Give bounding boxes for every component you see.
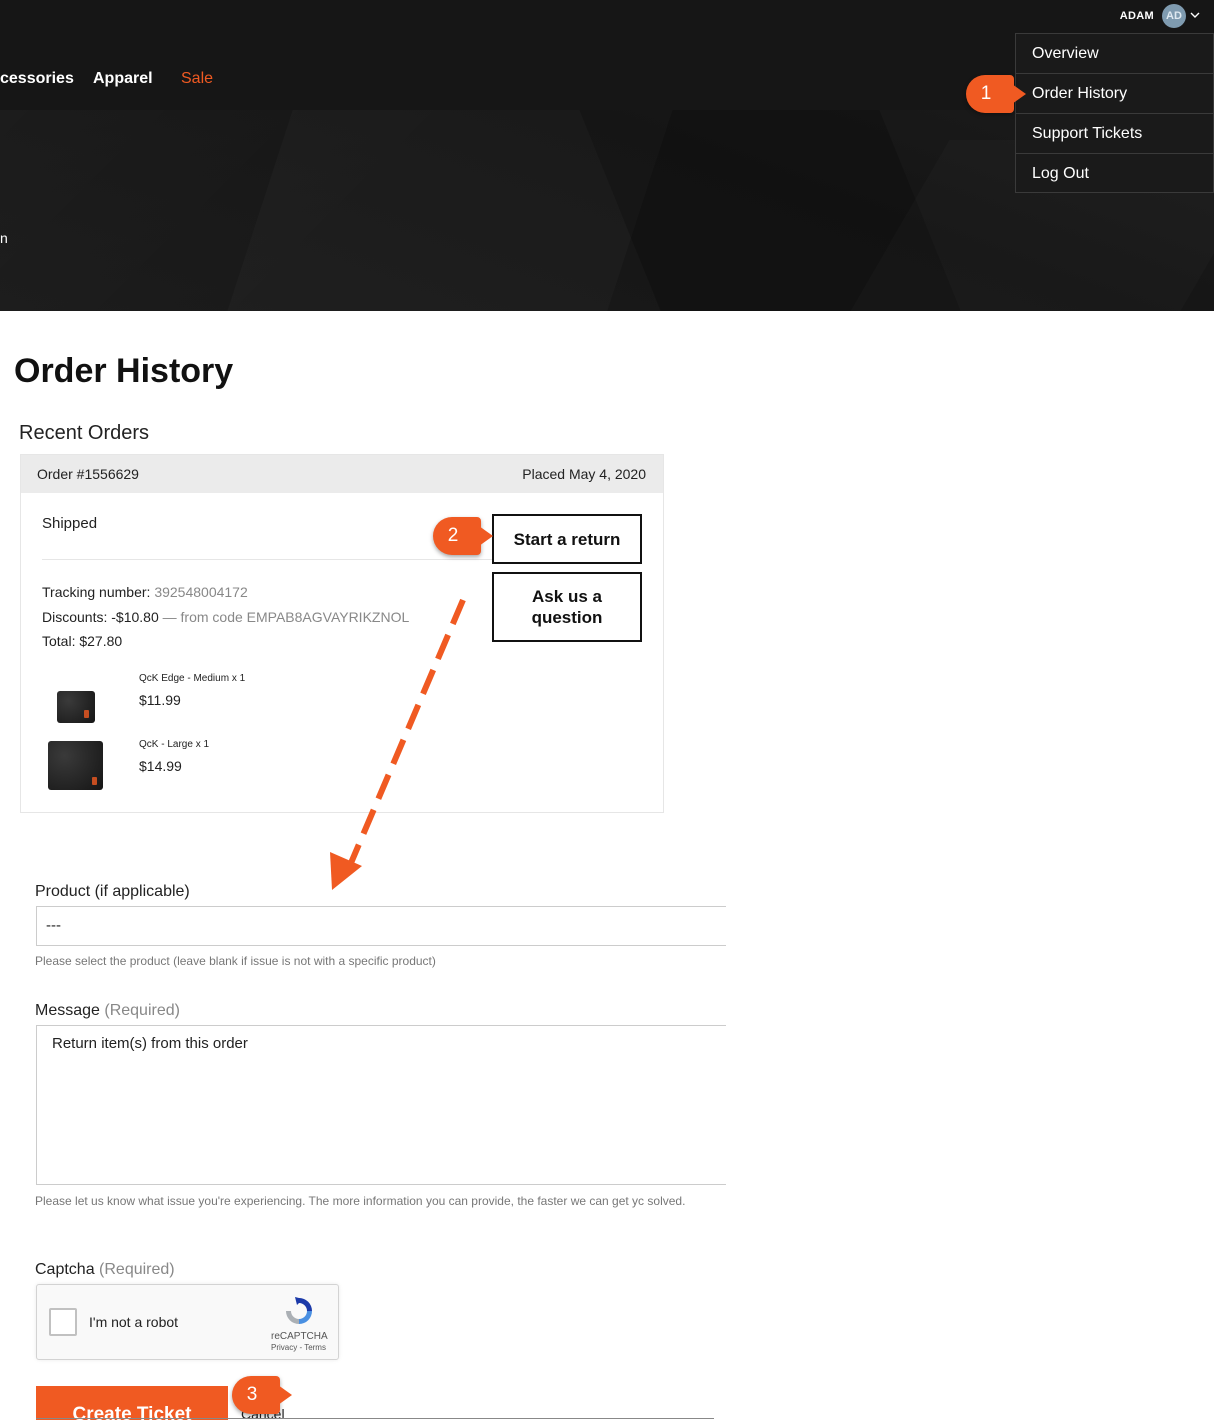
- captcha-label-text: Captcha: [35, 1261, 95, 1278]
- recaptcha-widget: I'm not a robot reCAPTCHA Privacy - Term…: [36, 1284, 339, 1360]
- recaptcha-links[interactable]: Privacy - Terms: [271, 1343, 326, 1352]
- create-ticket-button[interactable]: Create Ticket: [36, 1386, 228, 1420]
- product-help-text: Please select the product (leave blank i…: [35, 954, 436, 968]
- captcha-text: I'm not a robot: [89, 1314, 179, 1330]
- captcha-label: Captcha (Required): [35, 1261, 175, 1279]
- required-marker: (Required): [104, 1002, 180, 1019]
- message-label-text: Message: [35, 1002, 100, 1019]
- required-marker: (Required): [99, 1261, 175, 1278]
- recaptcha-icon: [286, 1297, 312, 1324]
- callout-step-3: 3: [232, 1376, 292, 1414]
- message-label: Message (Required): [35, 1002, 180, 1020]
- product-select[interactable]: ---: [36, 906, 726, 946]
- recaptcha-brand: reCAPTCHA: [271, 1331, 328, 1342]
- captcha-checkbox[interactable]: [49, 1308, 77, 1336]
- product-label: Product (if applicable): [35, 883, 190, 900]
- divider: [36, 1418, 714, 1419]
- message-help-text: Please let us know what issue you're exp…: [35, 1194, 686, 1208]
- message-textarea[interactable]: Return item(s) from this order: [36, 1025, 726, 1185]
